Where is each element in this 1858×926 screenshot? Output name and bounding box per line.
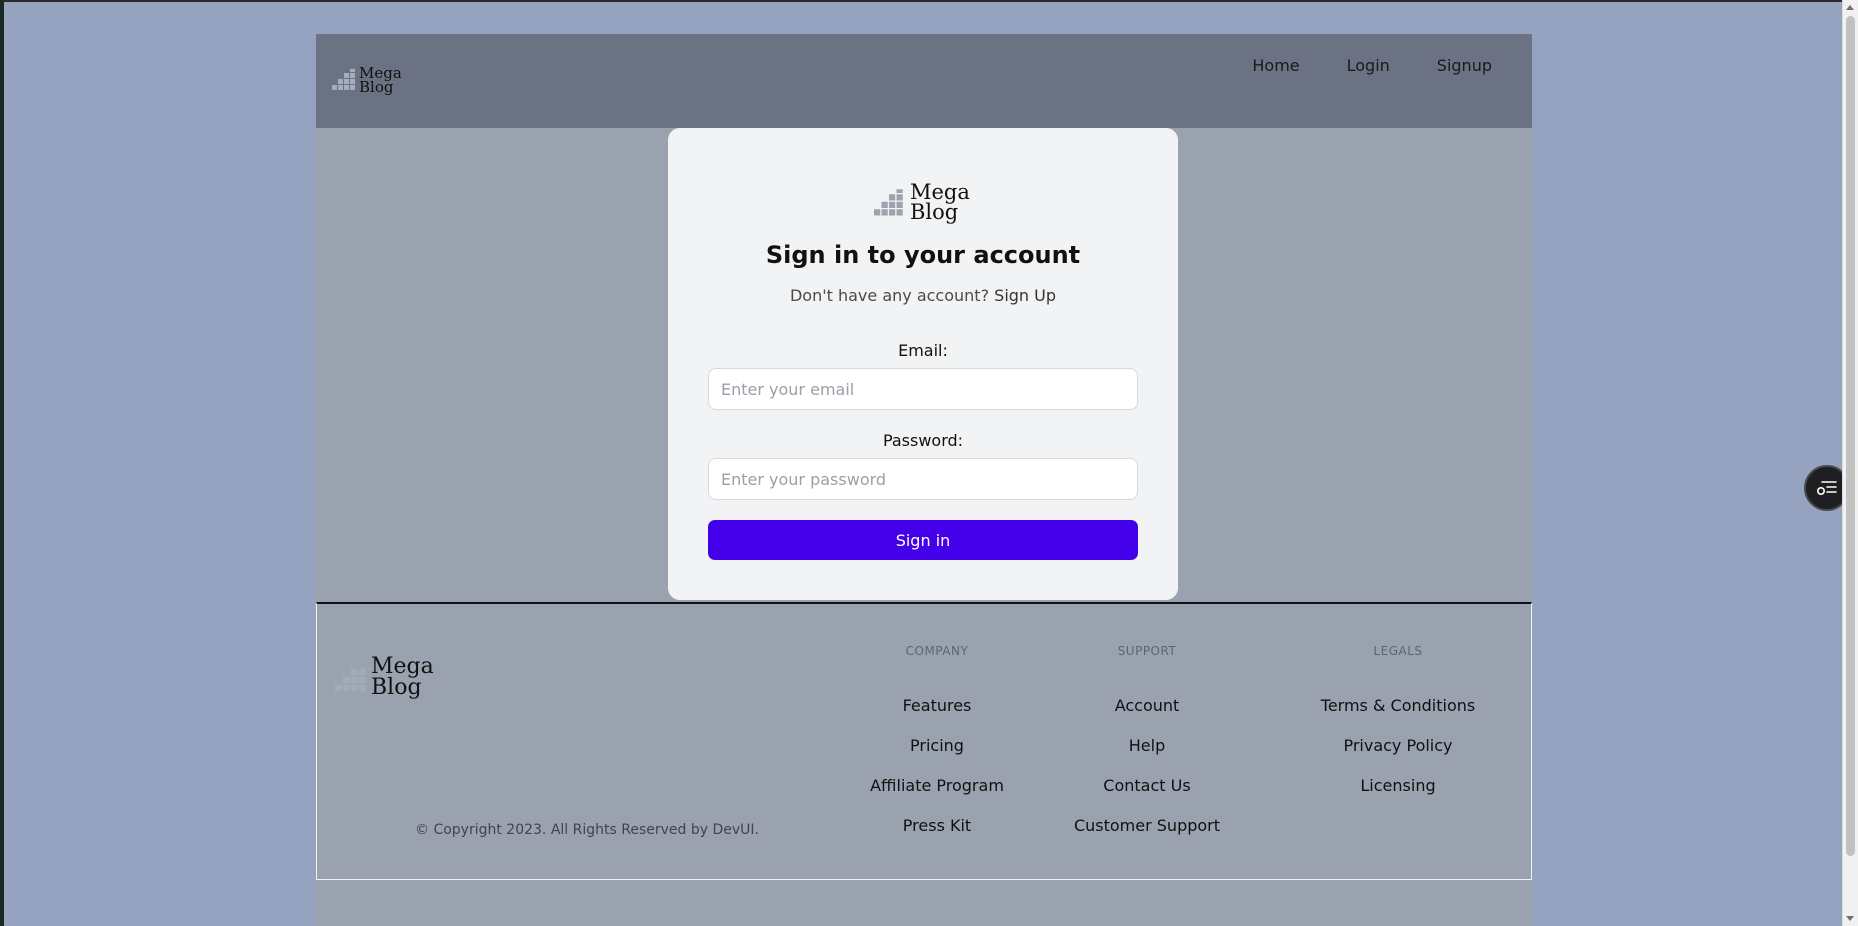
login-card: Mega Blog Sign in to your account Don't …	[668, 128, 1178, 600]
logo-line-2: Blog	[359, 78, 394, 97]
card-logo: Mega Blog	[874, 182, 970, 224]
footer-link-terms[interactable]: Terms & Conditions	[1283, 686, 1513, 726]
nav-login-link[interactable]: Login	[1347, 56, 1390, 75]
header-logo-text: Mega Blog	[359, 65, 402, 97]
logo-line-2: Blog	[371, 674, 422, 700]
site-footer: Mega Blog © Copyright 2023. All Rights R…	[316, 602, 1532, 880]
footer-link-pricing[interactable]: Pricing	[837, 726, 1037, 766]
footer-logo-text: Mega Blog	[371, 656, 434, 700]
main-nav: Home Login Signup	[1252, 56, 1492, 75]
footer-column-legals: LEGALS Terms & Conditions Privacy Policy…	[1283, 644, 1513, 806]
footer-link-customer-support[interactable]: Customer Support	[1037, 806, 1257, 846]
scroll-up-icon[interactable]	[1846, 5, 1854, 10]
nav-signup-link[interactable]: Signup	[1437, 56, 1492, 75]
nav-home-link[interactable]: Home	[1252, 56, 1299, 75]
sign-in-button[interactable]: Sign in	[708, 520, 1138, 560]
email-label: Email:	[898, 341, 948, 360]
scroll-down-icon[interactable]	[1846, 916, 1854, 921]
copyright-text: © Copyright 2023. All Rights Reserved by…	[415, 822, 759, 838]
password-label: Password:	[882, 431, 964, 450]
email-field[interactable]	[708, 368, 1138, 410]
footer-column-company: COMPANY Features Pricing Affiliate Progr…	[837, 644, 1037, 846]
footer-link-account[interactable]: Account	[1037, 686, 1257, 726]
footer-column-heading: LEGALS	[1373, 644, 1423, 658]
stairs-logo-icon	[335, 668, 366, 692]
footer-link-privacy-policy[interactable]: Privacy Policy	[1283, 726, 1513, 766]
signup-prompt-text: Don't have any account?	[789, 286, 990, 305]
window-top-edge	[0, 0, 1858, 2]
scrollbar-thumb[interactable]	[1846, 16, 1855, 856]
reader-list-icon	[1816, 481, 1837, 496]
footer-column-heading: SUPPORT	[1117, 644, 1177, 658]
stairs-logo-icon	[332, 69, 355, 91]
footer-column-support: SUPPORT Account Help Contact Us Customer…	[1037, 644, 1257, 846]
signup-link[interactable]: Sign Up	[994, 286, 1056, 305]
logo-line-2: Blog	[910, 199, 959, 224]
site-header: Mega Blog Home Login Signup	[316, 34, 1532, 128]
password-field[interactable]	[708, 458, 1138, 500]
footer-link-help[interactable]: Help	[1037, 726, 1257, 766]
footer-link-features[interactable]: Features	[837, 686, 1037, 726]
footer-link-licensing[interactable]: Licensing	[1283, 766, 1513, 806]
login-title: Sign in to your account	[765, 241, 1081, 269]
footer-link-affiliate-program[interactable]: Affiliate Program	[837, 766, 1037, 806]
footer-link-press-kit[interactable]: Press Kit	[837, 806, 1037, 846]
card-logo-text: Mega Blog	[910, 182, 970, 224]
page: Mega Blog Home Login Signup Mega Blog Si…	[316, 34, 1532, 926]
window-left-edge	[0, 0, 4, 926]
signup-prompt: Don't have any account? Sign Up	[668, 286, 1178, 305]
header-logo[interactable]: Mega Blog	[332, 65, 402, 97]
vertical-scrollbar[interactable]	[1842, 0, 1858, 926]
stairs-logo-icon	[874, 189, 903, 216]
footer-column-heading: COMPANY	[905, 644, 969, 658]
footer-logo[interactable]: Mega Blog	[335, 656, 434, 700]
footer-link-contact-us[interactable]: Contact Us	[1037, 766, 1257, 806]
